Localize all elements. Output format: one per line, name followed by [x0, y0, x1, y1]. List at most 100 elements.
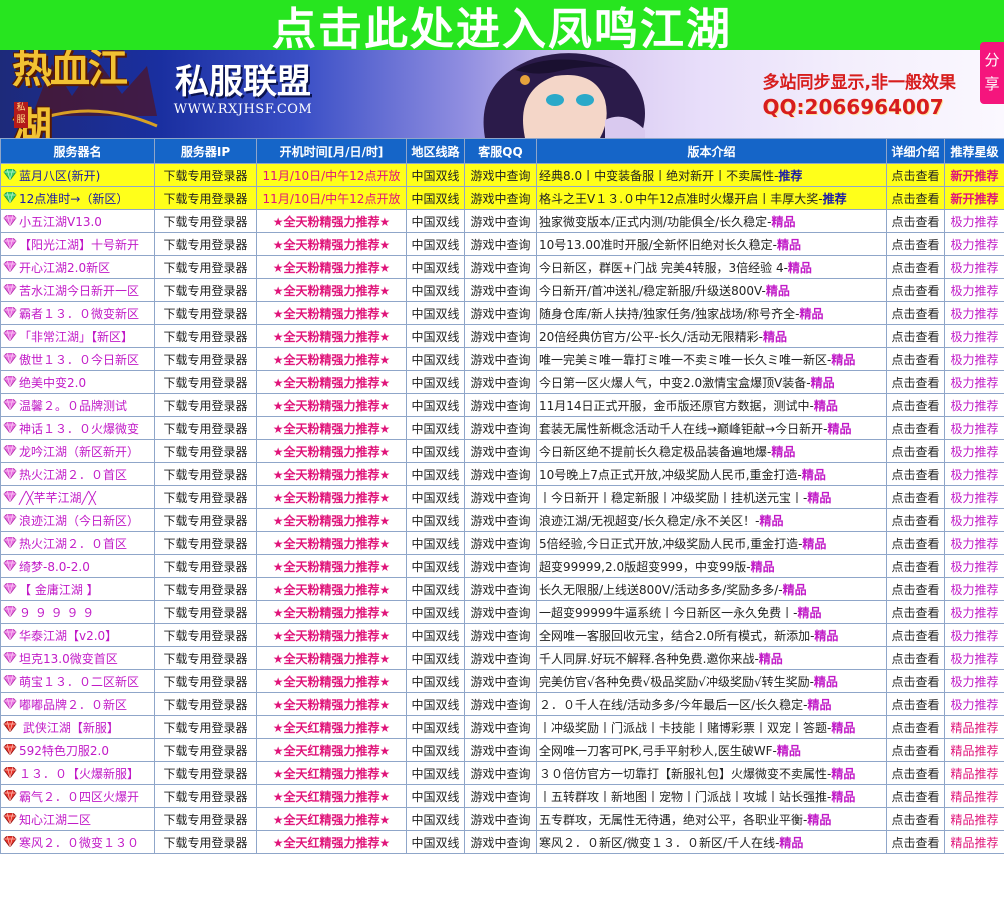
detail-link[interactable]: 点击查看 — [886, 761, 945, 785]
server-ip-download-link[interactable]: 下载专用登录器 — [154, 577, 257, 601]
version-intro-link[interactable]: ２．０千人在线/活动多多/今年最后一区/长久稳定-精品 — [536, 692, 887, 716]
server-name-link[interactable]: 知心江湖二区 — [0, 807, 155, 831]
server-name-link[interactable]: 小五江湖V13.0 — [0, 209, 155, 233]
detail-link[interactable]: 点击查看 — [886, 577, 945, 601]
version-intro-link[interactable]: 长久无限服/上线送800V/活动多多/奖励多多/-精品 — [536, 577, 887, 601]
server-ip-download-link[interactable]: 下载专用登录器 — [154, 715, 257, 739]
server-name-link[interactable]: 浪迹江湖（今日新区） — [0, 508, 155, 532]
detail-link[interactable]: 点击查看 — [886, 623, 945, 647]
server-name-link[interactable]: 蓝月八区(新开) — [0, 163, 155, 187]
version-intro-link[interactable]: 丨五转群攻丨新地图丨宠物丨门派战丨攻城丨站长强推-精品 — [536, 784, 887, 808]
server-ip-download-link[interactable]: 下载专用登录器 — [154, 554, 257, 578]
server-name-link[interactable]: 萌宝１３．０二区新区 — [0, 669, 155, 693]
server-ip-download-link[interactable]: 下载专用登录器 — [154, 600, 257, 624]
detail-link[interactable]: 点击查看 — [886, 784, 945, 808]
server-name-link[interactable]: 绮梦-8.0-2.0 — [0, 554, 155, 578]
detail-link[interactable]: 点击查看 — [886, 347, 945, 371]
version-intro-link[interactable]: 千人同屏.好玩不解释.各种免费.邀你来战-精品 — [536, 646, 887, 670]
server-ip-download-link[interactable]: 下载专用登录器 — [154, 807, 257, 831]
server-name-link[interactable]: 12点准时→（新区） — [0, 186, 155, 210]
server-ip-download-link[interactable]: 下载专用登录器 — [154, 255, 257, 279]
server-ip-download-link[interactable]: 下载专用登录器 — [154, 531, 257, 555]
server-ip-download-link[interactable]: 下载专用登录器 — [154, 301, 257, 325]
version-intro-link[interactable]: 20倍经典仿官方/公平-长久/活动无限精彩-精品 — [536, 324, 887, 348]
server-name-link[interactable]: 傲世１３．０今日新区 — [0, 347, 155, 371]
server-ip-download-link[interactable]: 下载专用登录器 — [154, 186, 257, 210]
alliance-logo[interactable]: 私服联盟 WWW.RXJHSF.COM — [168, 62, 318, 128]
version-intro-link[interactable]: 5倍经验,今日正式开放,冲级奖励人民币,重金打造-精品 — [536, 531, 887, 555]
version-intro-link[interactable]: 浪迹江湖/无视超变/长久稳定/永不关区！-精品 — [536, 508, 887, 532]
server-ip-download-link[interactable]: 下载专用登录器 — [154, 669, 257, 693]
server-ip-download-link[interactable]: 下载专用登录器 — [154, 278, 257, 302]
server-ip-download-link[interactable]: 下载专用登录器 — [154, 324, 257, 348]
detail-link[interactable]: 点击查看 — [886, 485, 945, 509]
server-ip-download-link[interactable]: 下载专用登录器 — [154, 393, 257, 417]
server-ip-download-link[interactable]: 下载专用登录器 — [154, 784, 257, 808]
detail-link[interactable]: 点击查看 — [886, 301, 945, 325]
server-ip-download-link[interactable]: 下载专用登录器 — [154, 692, 257, 716]
server-name-link[interactable]: 「非常江湖」【新区】 — [0, 324, 155, 348]
version-intro-link[interactable]: 全网唯一刀客可PK,弓手平射秒人,医生破WF-精品 — [536, 738, 887, 762]
server-name-link[interactable]: 绝美中变2.0 — [0, 370, 155, 394]
version-intro-link[interactable]: 随身仓库/新人扶持/独家任务/独家战场/称号齐全-精品 — [536, 301, 887, 325]
server-name-link[interactable]: ╱╳芊芊江湖╱╳ — [0, 485, 155, 509]
detail-link[interactable]: 点击查看 — [886, 669, 945, 693]
version-intro-link[interactable]: 11月14日正式开服，金币版还原官方数据，测试中-精品 — [536, 393, 887, 417]
version-intro-link[interactable]: 丨冲级奖励丨门派战丨卡技能丨赌博彩票丨双宠丨答题-精品 — [536, 715, 887, 739]
version-intro-link[interactable]: 10号13.00准时开服/全新怀旧绝对长久稳定-精品 — [536, 232, 887, 256]
server-name-link[interactable]: 温馨２。０品牌测试 — [0, 393, 155, 417]
detail-link[interactable]: 点击查看 — [886, 324, 945, 348]
detail-link[interactable]: 点击查看 — [886, 439, 945, 463]
version-intro-link[interactable]: 今日新区绝不提前长久稳定极品装备遍地爆-精品 — [536, 439, 887, 463]
server-ip-download-link[interactable]: 下载专用登录器 — [154, 623, 257, 647]
server-ip-download-link[interactable]: 下载专用登录器 — [154, 232, 257, 256]
server-name-link[interactable]: 嘟嘟品牌２．０新区 — [0, 692, 155, 716]
enter-fengming-banner[interactable]: 点击此处进入凤鸣江湖 — [0, 0, 1004, 55]
version-intro-link[interactable]: 全网唯一客服回收元宝，结合2.0所有模式，新添加-精品 — [536, 623, 887, 647]
server-name-link[interactable]: 坦克13.0微变首区 — [0, 646, 155, 670]
server-name-link[interactable]: 龙吟江湖（新区新开） — [0, 439, 155, 463]
detail-link[interactable]: 点击查看 — [886, 600, 945, 624]
detail-link[interactable]: 点击查看 — [886, 531, 945, 555]
detail-link[interactable]: 点击查看 — [886, 830, 945, 854]
server-name-link[interactable]: 武侠江湖【新服】 — [0, 715, 155, 739]
server-name-link[interactable]: 热火江湖２．０首区 — [0, 462, 155, 486]
detail-link[interactable]: 点击查看 — [886, 462, 945, 486]
version-intro-link[interactable]: 独家微变版本/正式内测/功能俱全/长久稳定-精品 — [536, 209, 887, 233]
server-name-link[interactable]: 【 金庸江湖 】 — [0, 577, 155, 601]
server-ip-download-link[interactable]: 下载专用登录器 — [154, 761, 257, 785]
server-name-link[interactable]: 寒风２．０微变１３０ — [0, 830, 155, 854]
detail-link[interactable]: 点击查看 — [886, 209, 945, 233]
version-intro-link[interactable]: ３０倍仿官方一切靠打【新服礼包】火爆微变不卖属性-精品 — [536, 761, 887, 785]
server-ip-download-link[interactable]: 下载专用登录器 — [154, 646, 257, 670]
game-logo[interactable]: 热血江湖 私服 — [12, 50, 162, 138]
server-ip-download-link[interactable]: 下载专用登录器 — [154, 347, 257, 371]
detail-link[interactable]: 点击查看 — [886, 508, 945, 532]
version-intro-link[interactable]: 唯一完美ミ唯一靠打ミ唯一不卖ミ唯一长久ミ唯一新区-精品 — [536, 347, 887, 371]
detail-link[interactable]: 点击查看 — [886, 416, 945, 440]
server-name-link[interactable]: 华泰江湖【v2.0】 — [0, 623, 155, 647]
version-intro-link[interactable]: 今日第一区火爆人气，中变2.0激情宝盒爆顶V装备-精品 — [536, 370, 887, 394]
version-intro-link[interactable]: 完美仿官√各种免费√极品奖励√冲级奖励√转生奖励-精品 — [536, 669, 887, 693]
server-ip-download-link[interactable]: 下载专用登录器 — [154, 163, 257, 187]
server-name-link[interactable]: 霸者１３．０微变新区 — [0, 301, 155, 325]
version-intro-link[interactable]: 一超变99999牛逼系统丨今日新区一永久免费丨-精品 — [536, 600, 887, 624]
server-name-link[interactable]: 开心江湖2.0新区 — [0, 255, 155, 279]
version-intro-link[interactable]: 10号晚上7点正式开放,冲级奖励人民币,重金打造-精品 — [536, 462, 887, 486]
server-name-link[interactable]: 神话１３．０火爆微变 — [0, 416, 155, 440]
detail-link[interactable]: 点击查看 — [886, 278, 945, 302]
server-name-link[interactable]: 霸气２．０四区火爆开 — [0, 784, 155, 808]
version-intro-link[interactable]: 经典8.0丨中变装备服丨绝对新开丨不卖属性-推荐 — [536, 163, 887, 187]
version-intro-link[interactable]: 今日新区，群医+门战 完美4转服，3倍经验 4-精品 — [536, 255, 887, 279]
share-button[interactable]: 分享 — [980, 42, 1004, 104]
detail-link[interactable]: 点击查看 — [886, 807, 945, 831]
server-ip-download-link[interactable]: 下载专用登录器 — [154, 508, 257, 532]
server-ip-download-link[interactable]: 下载专用登录器 — [154, 462, 257, 486]
detail-link[interactable]: 点击查看 — [886, 255, 945, 279]
server-ip-download-link[interactable]: 下载专用登录器 — [154, 370, 257, 394]
server-ip-download-link[interactable]: 下载专用登录器 — [154, 830, 257, 854]
server-ip-download-link[interactable]: 下载专用登录器 — [154, 738, 257, 762]
server-name-link[interactable]: ９ ９ ９ ９ ９ — [0, 600, 155, 624]
detail-link[interactable]: 点击查看 — [886, 646, 945, 670]
detail-link[interactable]: 点击查看 — [886, 370, 945, 394]
